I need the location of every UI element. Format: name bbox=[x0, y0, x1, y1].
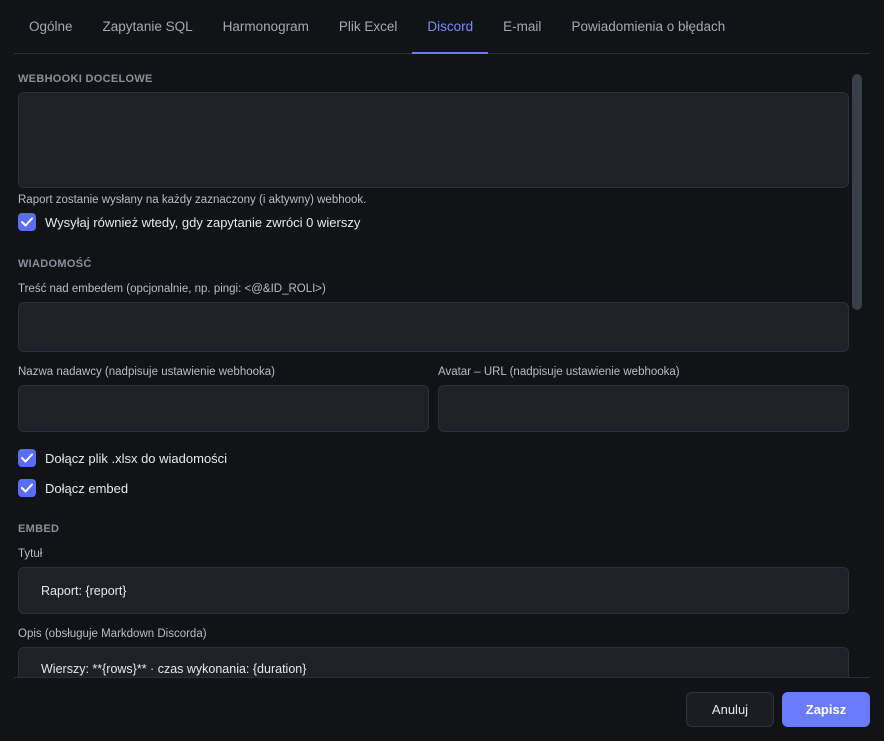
send-empty-checkbox-row[interactable]: Wysyłaj również wtedy, gdy zapytanie zwr… bbox=[18, 213, 360, 231]
webhook-help-text: Raport zostanie wysłany na każdy zaznacz… bbox=[18, 194, 367, 206]
attach-embed-checkbox[interactable] bbox=[18, 479, 36, 497]
checkmark-icon bbox=[21, 217, 33, 227]
avatar-url-label: Avatar – URL (nadpisuje ustawienie webho… bbox=[438, 366, 680, 378]
embed-description-textarea[interactable]: Wierszy: **{rows}** · czas wykonania: {d… bbox=[18, 647, 849, 677]
send-empty-checkbox[interactable] bbox=[18, 213, 36, 231]
checkmark-icon bbox=[21, 483, 33, 493]
embed-title-input[interactable]: Raport: {report} bbox=[18, 567, 849, 614]
scrollbar-thumb[interactable] bbox=[852, 74, 862, 310]
section-title-webhooks: WEBHOOKI DOCELOWE bbox=[18, 73, 153, 85]
section-title-embed: EMBED bbox=[18, 523, 60, 535]
sender-name-label: Nazwa nadawcy (nadpisuje ustawienie webh… bbox=[18, 366, 275, 378]
tab-general[interactable]: Ogólne bbox=[14, 0, 88, 53]
tab-excel-file[interactable]: Plik Excel bbox=[324, 0, 413, 53]
avatar-url-input[interactable] bbox=[438, 385, 849, 432]
message-content-label: Treść nad embedem (opcjonalnie, np. ping… bbox=[18, 283, 326, 295]
sender-name-input[interactable] bbox=[18, 385, 429, 432]
tab-sql-query[interactable]: Zapytanie SQL bbox=[88, 0, 208, 53]
tab-discord[interactable]: Discord bbox=[412, 0, 488, 54]
cancel-button[interactable]: Anuluj bbox=[686, 692, 774, 727]
attach-xlsx-label: Dołącz plik .xlsx do wiadomości bbox=[45, 450, 228, 466]
attach-xlsx-checkbox-row[interactable]: Dołącz plik .xlsx do wiadomości bbox=[18, 449, 227, 467]
embed-title-label: Tytuł bbox=[18, 548, 43, 560]
attach-xlsx-checkbox[interactable] bbox=[18, 449, 36, 467]
attach-embed-checkbox-row[interactable]: Dołącz embed bbox=[18, 479, 128, 497]
attach-embed-label: Dołącz embed bbox=[45, 480, 129, 496]
section-title-message: WIADOMOŚĆ bbox=[18, 258, 92, 270]
footer-divider bbox=[14, 677, 870, 678]
settings-scroll-area: WEBHOOKI DOCELOWE Raport zostanie wysłan… bbox=[0, 55, 884, 677]
webhook-list[interactable] bbox=[18, 92, 849, 188]
tab-schedule[interactable]: Harmonogram bbox=[208, 0, 324, 53]
tab-bar: Ogólne Zapytanie SQL Harmonogram Plik Ex… bbox=[14, 0, 870, 54]
tab-email[interactable]: E-mail bbox=[488, 0, 556, 53]
tab-error-notifications[interactable]: Powiadomienia o błędach bbox=[556, 0, 740, 53]
embed-description-label: Opis (obsługuje Markdown Discorda) bbox=[18, 628, 207, 640]
save-button[interactable]: Zapisz bbox=[782, 692, 870, 727]
send-empty-label: Wysyłaj również wtedy, gdy zapytanie zwr… bbox=[45, 214, 361, 230]
message-content-input[interactable] bbox=[18, 302, 849, 352]
checkmark-icon bbox=[21, 453, 33, 463]
